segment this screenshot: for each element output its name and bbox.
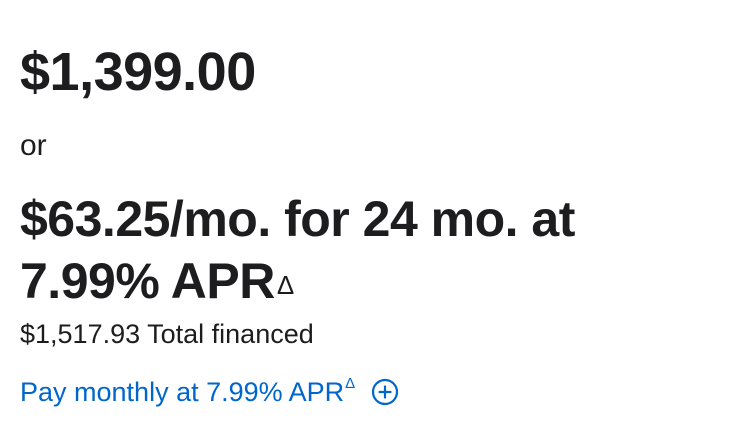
monthly-footnote-marker: Δ: [276, 270, 294, 300]
pay-monthly-footnote-marker: Δ: [345, 375, 356, 392]
pay-monthly-link[interactable]: Pay monthly at 7.99% APR Δ: [20, 375, 399, 409]
monthly-price-text: $63.25/mo. for 24 mo. at 7.99% APR: [20, 191, 575, 309]
monthly-price: $63.25/mo. for 24 mo. at 7.99% APRΔ: [20, 188, 720, 312]
full-price: $1,399.00: [20, 42, 256, 102]
or-separator: or: [20, 129, 47, 162]
total-financed: $1,517.93 Total financed: [20, 319, 314, 349]
pay-monthly-label: Pay monthly at 7.99% APR: [20, 377, 345, 407]
plus-circle-icon[interactable]: [371, 378, 399, 406]
